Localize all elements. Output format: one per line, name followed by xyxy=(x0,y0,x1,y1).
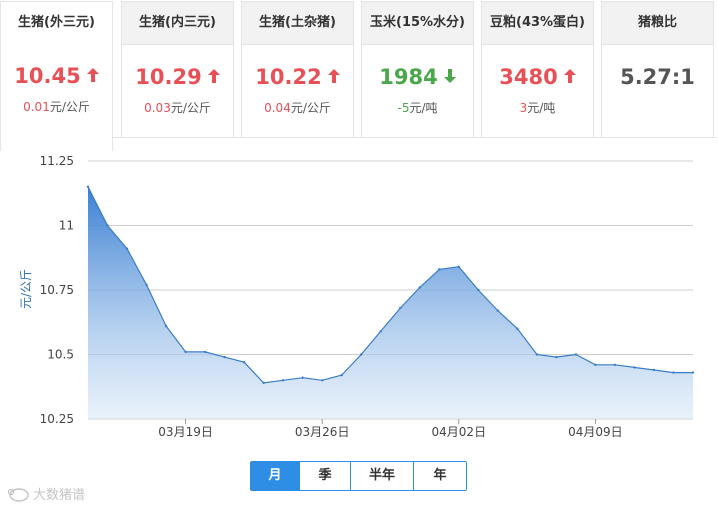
x-tick-label: 04月02日 xyxy=(432,425,487,439)
x-tick-label: 03月26日 xyxy=(295,425,350,439)
watermark-text: 大数猪谱 xyxy=(33,488,86,503)
change-unit: 元/吨 xyxy=(527,101,556,115)
price-value: 3480 xyxy=(499,65,558,89)
period-tab[interactable]: 月 xyxy=(251,462,299,490)
price-trend-chart: 10.25 10.5 10.75 11 11.25 03月19日 03月26日 04月02日… xyxy=(19,154,695,439)
arrow-down-icon xyxy=(443,69,456,83)
data-point[interactable] xyxy=(672,371,675,374)
change-unit: 元/吨 xyxy=(409,101,438,115)
card-price: 5.27:1 xyxy=(602,63,713,91)
y-tick-label: 10.75 xyxy=(40,283,74,297)
price-value: 5.27:1 xyxy=(620,65,695,89)
data-point[interactable] xyxy=(379,330,382,333)
y-tick-label: 11.25 xyxy=(40,154,74,168)
data-point[interactable] xyxy=(691,371,695,374)
data-point[interactable] xyxy=(184,350,187,354)
price-value: 10.45 xyxy=(14,64,81,88)
data-point[interactable] xyxy=(633,366,636,369)
change-value: 0.03 xyxy=(144,101,171,115)
data-point[interactable] xyxy=(281,379,285,382)
card-change: -5元/吨 xyxy=(362,99,473,116)
period-tab[interactable]: 季 xyxy=(299,462,350,490)
y-axis-label: 元/公斤 xyxy=(19,269,33,309)
card-title: 生猪(外三元) xyxy=(1,2,112,44)
data-point[interactable] xyxy=(535,353,539,356)
data-point[interactable] xyxy=(203,350,207,354)
data-point[interactable] xyxy=(301,376,304,379)
card-change: 0.04元/公斤 xyxy=(242,99,353,116)
arrow-up-icon xyxy=(563,69,576,83)
change-value: -5 xyxy=(397,101,410,115)
y-tick-label: 11 xyxy=(59,219,74,233)
data-point[interactable] xyxy=(223,355,226,359)
card-title: 玉米(15%水分) xyxy=(362,2,473,45)
data-point[interactable] xyxy=(86,185,90,188)
price-value: 10.29 xyxy=(135,65,202,89)
card-title: 猪粮比 xyxy=(602,2,713,45)
arrow-up-icon xyxy=(207,69,220,83)
period-tab[interactable]: 年 xyxy=(413,462,466,490)
data-point[interactable] xyxy=(125,247,129,250)
y-tick-label: 10.5 xyxy=(47,348,74,362)
watermark: 大数猪谱 xyxy=(6,484,85,503)
data-point[interactable] xyxy=(457,265,461,268)
data-point[interactable] xyxy=(652,368,656,372)
y-tick-label: 10.25 xyxy=(40,412,74,426)
x-tick-label: 03月19日 xyxy=(158,425,213,439)
data-point[interactable] xyxy=(477,288,480,292)
change-value: 0.04 xyxy=(264,101,291,115)
data-point[interactable] xyxy=(574,353,578,356)
change-unit: 元/公斤 xyxy=(49,100,90,114)
data-point[interactable] xyxy=(418,286,421,289)
data-point[interactable] xyxy=(320,379,324,382)
card-title: 生猪(土杂猪) xyxy=(242,2,353,45)
price-card[interactable]: 玉米(15%水分) 1984 -5元/吨 xyxy=(361,1,474,138)
arrow-up-icon xyxy=(327,69,340,83)
period-tab[interactable]: 半年 xyxy=(350,462,413,490)
price-value: 1984 xyxy=(379,65,438,89)
data-point[interactable] xyxy=(262,381,265,385)
data-point[interactable] xyxy=(438,268,441,271)
pig-logo-icon xyxy=(7,487,29,502)
card-price: 10.22 xyxy=(242,63,353,91)
data-point[interactable] xyxy=(340,373,343,377)
data-point[interactable] xyxy=(242,361,246,364)
card-change: 3元/吨 xyxy=(482,99,593,116)
price-card[interactable]: 豆粕(43%蛋白) 3480 3元/吨 xyxy=(481,1,594,138)
data-point[interactable] xyxy=(555,355,558,359)
x-tick-label: 04月09日 xyxy=(568,425,623,439)
data-point[interactable] xyxy=(516,327,519,330)
data-point[interactable] xyxy=(106,224,109,227)
price-card[interactable]: 猪粮比 5.27:1 xyxy=(601,1,714,138)
change-unit: 元/公斤 xyxy=(290,101,331,115)
data-point[interactable] xyxy=(399,306,402,310)
change-value: 0.01 xyxy=(23,100,50,114)
card-price: 10.29 xyxy=(122,63,233,91)
period-selector: 月季半年年 xyxy=(250,461,467,491)
card-price: 3480 xyxy=(482,63,593,91)
card-title: 生猪(内三元) xyxy=(122,2,233,45)
data-point[interactable] xyxy=(145,283,148,287)
data-point[interactable] xyxy=(360,353,363,356)
data-point[interactable] xyxy=(164,324,168,328)
card-change: 0.03元/公斤 xyxy=(122,99,233,116)
card-price: 1984 xyxy=(362,63,473,91)
area-fill xyxy=(88,186,693,419)
data-point[interactable] xyxy=(613,363,617,367)
price-card[interactable]: 生猪(土杂猪) 10.22 0.04元/公斤 xyxy=(241,1,354,138)
price-card[interactable]: 生猪(内三元) 10.29 0.03元/公斤 xyxy=(121,1,234,138)
price-card[interactable]: 生猪(外三元) 10.45 0.01元/公斤 xyxy=(0,1,113,151)
data-point[interactable] xyxy=(594,363,597,367)
data-point[interactable] xyxy=(496,309,500,312)
card-title: 豆粕(43%蛋白) xyxy=(482,2,593,45)
arrow-up-icon xyxy=(86,68,99,82)
change-unit: 元/公斤 xyxy=(170,101,211,115)
card-price: 10.45 xyxy=(1,62,112,90)
card-change: 0.01元/公斤 xyxy=(1,98,112,115)
price-value: 10.22 xyxy=(255,65,322,89)
